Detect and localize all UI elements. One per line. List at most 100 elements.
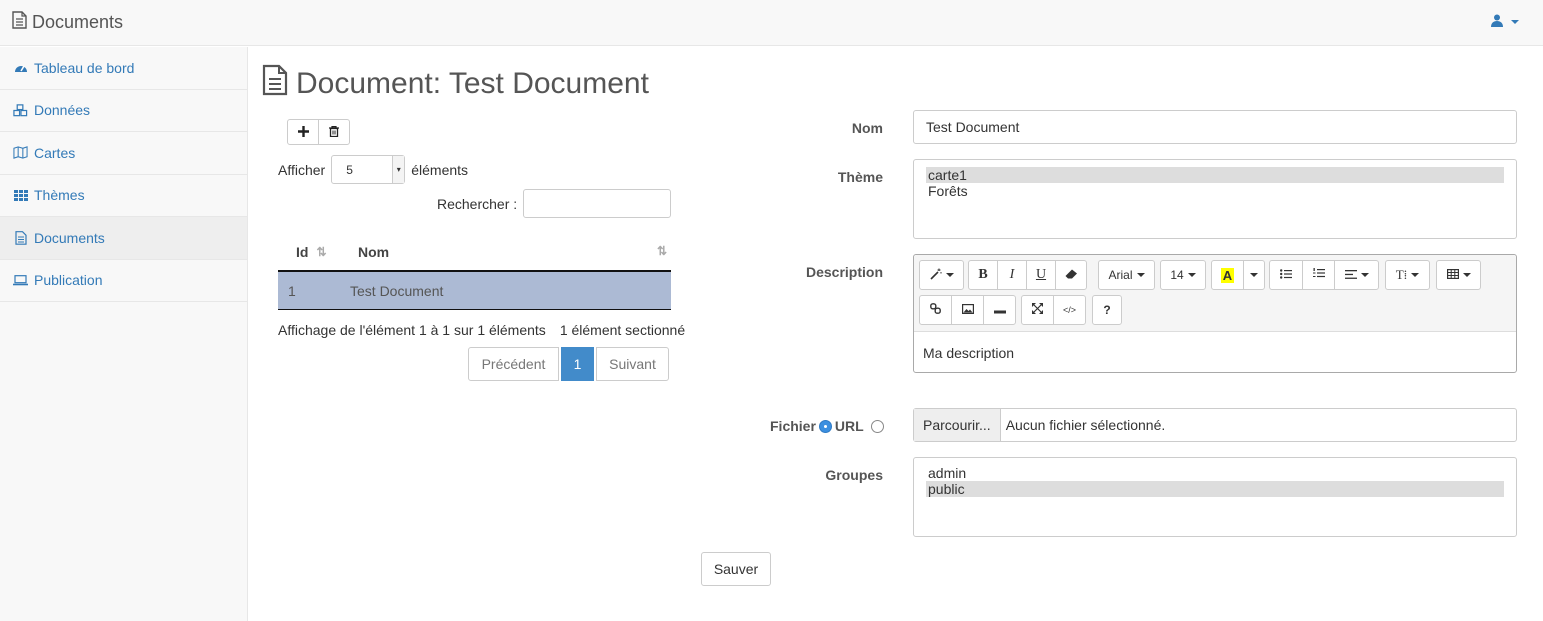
laptop-icon	[13, 273, 28, 287]
fullscreen-button[interactable]	[1021, 295, 1054, 325]
table-header: Id ⇅ Nom ⇅	[278, 234, 671, 272]
sidebar-item-documents[interactable]: Documents	[0, 217, 247, 260]
align-left-icon	[1344, 268, 1357, 282]
fullscreen-icon	[1032, 303, 1043, 317]
previous-page-button[interactable]: Précédent	[468, 347, 559, 381]
rich-text-editor: B I U Arial 14 A T⁞ </> ? Ma description	[913, 254, 1517, 373]
sidebar-item-themes[interactable]: Thèmes	[0, 175, 247, 217]
grid-icon	[13, 188, 28, 202]
document-icon	[13, 230, 28, 245]
source-type-choice: Fichier URL	[770, 418, 884, 434]
browse-button[interactable]: Parcourir...	[914, 409, 1001, 441]
groupes-select[interactable]: admin public	[913, 457, 1517, 537]
file-status-text: Aucun fichier sélectionné.	[1005, 417, 1166, 433]
table-info-text: Affichage de l'élément 1 à 1 sur 1 éléme…	[278, 322, 546, 338]
theme-select[interactable]: carte1 Forêts	[913, 159, 1517, 239]
cell-id: 1	[288, 282, 296, 299]
table-icon	[1446, 268, 1459, 282]
page-length-select[interactable]: 5 ▾	[331, 155, 406, 184]
url-radio[interactable]	[870, 419, 884, 433]
italic-button[interactable]: I	[997, 260, 1027, 290]
sidebar: Tableau de bord Données Cartes Thèmes Do…	[0, 47, 248, 621]
trash-icon	[329, 124, 339, 140]
bullet-list-icon	[1280, 268, 1292, 282]
fichier-radio[interactable]	[818, 419, 832, 433]
theme-option[interactable]: Forêts	[926, 183, 1504, 199]
delete-document-button[interactable]	[318, 119, 350, 145]
numbered-list-icon	[1312, 268, 1325, 282]
select-arrow-icon: ▾	[392, 156, 405, 183]
underline-button[interactable]: U	[1026, 260, 1056, 290]
sidebar-item-label: Publication	[34, 272, 103, 289]
user-menu[interactable]	[1491, 14, 1519, 30]
insert-picture-button[interactable]	[951, 295, 984, 325]
user-icon	[1491, 14, 1503, 30]
code-view-button[interactable]: </>	[1053, 295, 1086, 325]
horizontal-rule-icon	[993, 303, 1006, 317]
column-header-nom[interactable]: Nom ⇅	[350, 244, 671, 260]
sidebar-item-cartes[interactable]: Cartes	[0, 132, 247, 175]
plus-icon	[297, 124, 309, 140]
file-input: Parcourir... Aucun fichier sélectionné.	[913, 408, 1517, 442]
page-length-control: Afficher 5 ▾ éléments	[278, 155, 468, 184]
sidebar-item-tableau-de-bord[interactable]: Tableau de bord	[0, 47, 247, 90]
url-label: URL	[834, 418, 864, 434]
help-button[interactable]: ?	[1092, 295, 1122, 325]
chevron-down-icon	[1511, 20, 1519, 24]
bold-button[interactable]: B	[968, 260, 998, 290]
unordered-list-button[interactable]	[1269, 260, 1303, 290]
save-button[interactable]: Sauver	[701, 552, 771, 586]
highlight-color-icon: A	[1220, 267, 1235, 283]
cell-nom: Test Document	[350, 282, 444, 299]
length-prefix-label: Afficher	[278, 161, 326, 178]
magic-wand-icon	[929, 268, 942, 283]
font-name-dropdown[interactable]: Arial	[1098, 260, 1155, 290]
app-brand[interactable]: Documents	[12, 11, 123, 34]
theme-label: Thème	[837, 169, 883, 185]
description-label: Description	[805, 264, 883, 280]
text-color-button[interactable]: A	[1211, 260, 1244, 290]
editor-content[interactable]: Ma description	[914, 332, 1516, 374]
sidebar-item-publication[interactable]: Publication	[0, 260, 247, 302]
style-dropdown-button[interactable]	[919, 260, 964, 290]
color-dropdown-button[interactable]	[1243, 260, 1265, 290]
link-icon	[930, 303, 941, 317]
text-height-icon: T⁞	[1395, 267, 1408, 282]
page-title: Document: Test Document	[262, 64, 649, 104]
nom-label: Nom	[851, 120, 883, 136]
insert-hr-button[interactable]	[983, 295, 1016, 325]
map-icon	[13, 146, 28, 160]
selected-info-text: 1 élément sectionné	[559, 322, 686, 338]
ordered-list-button[interactable]	[1302, 260, 1335, 290]
search-label: Rechercher :	[437, 196, 518, 212]
add-document-button[interactable]	[287, 119, 319, 145]
next-page-button[interactable]: Suivant	[596, 347, 669, 381]
eraser-icon	[1065, 268, 1078, 282]
line-height-dropdown[interactable]: T⁞	[1385, 260, 1430, 290]
theme-option[interactable]: carte1	[926, 167, 1504, 183]
group-option[interactable]: admin	[926, 465, 1504, 481]
dashboard-icon	[13, 61, 28, 75]
table-dropdown[interactable]	[1436, 260, 1481, 290]
nom-input[interactable]: Test Document	[913, 110, 1517, 144]
page-title-text: Document: Test Document	[296, 67, 649, 100]
editor-toolbar: B I U Arial 14 A T⁞ </> ?	[914, 255, 1516, 332]
code-icon: </>	[1062, 305, 1076, 315]
table-info: Affichage de l'élément 1 à 1 sur 1 éléme…	[278, 322, 685, 338]
search-input[interactable]	[523, 189, 671, 218]
sidebar-item-label: Tableau de bord	[34, 59, 135, 76]
cubes-icon	[13, 103, 28, 117]
current-page-button[interactable]: 1	[561, 347, 594, 381]
column-header-id[interactable]: Id ⇅	[278, 244, 350, 260]
font-size-dropdown[interactable]: 14	[1160, 260, 1206, 290]
paragraph-align-dropdown[interactable]	[1334, 260, 1379, 290]
sidebar-item-label: Données	[34, 102, 91, 119]
clear-format-button[interactable]	[1055, 260, 1087, 290]
table-row[interactable]: 1 Test Document	[278, 272, 671, 310]
sidebar-item-donnees[interactable]: Données	[0, 90, 247, 132]
sidebar-item-label: Cartes	[34, 144, 76, 161]
sort-icon: ⇅	[656, 244, 667, 258]
question-icon: ?	[1103, 303, 1111, 317]
insert-link-button[interactable]	[919, 295, 952, 325]
group-option[interactable]: public	[926, 481, 1504, 497]
